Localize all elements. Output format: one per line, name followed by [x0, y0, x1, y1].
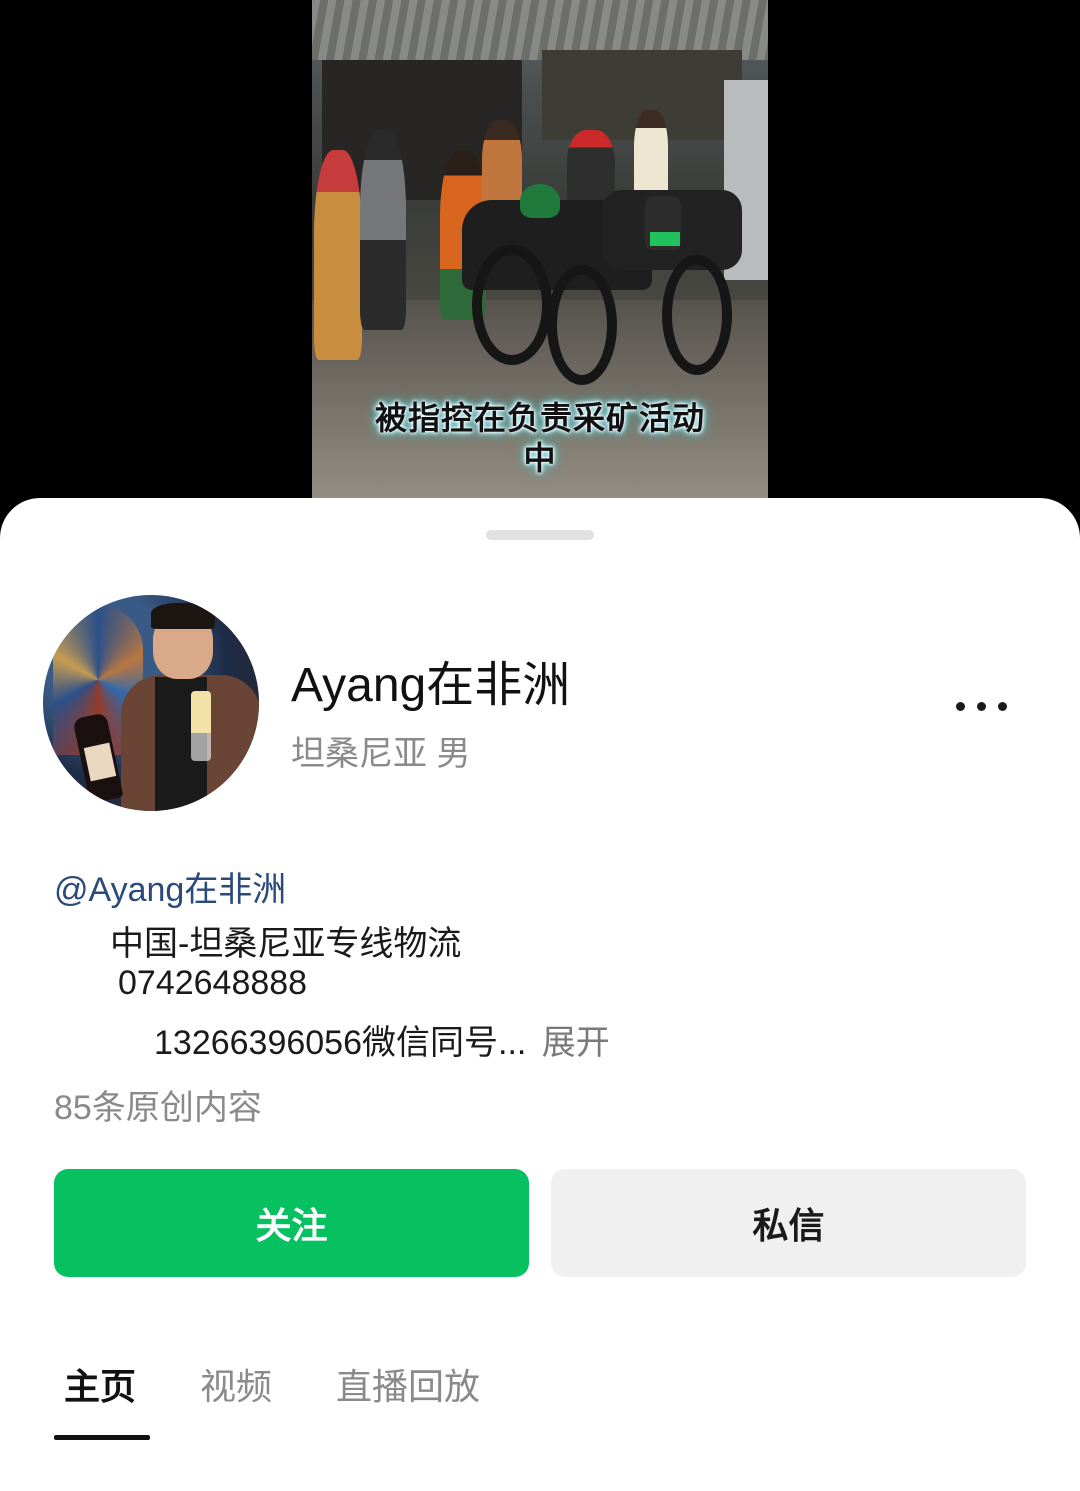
video-caption: 被指控在负责采矿活动 中 [312, 398, 768, 478]
video-caption-line2: 中 [523, 439, 557, 477]
video-helmet [520, 184, 560, 218]
video-wheel [547, 265, 617, 385]
bio-line-3: 13266396056微信同号... 展开 [154, 1015, 610, 1064]
tab-live-replay[interactable]: 直播回放 [336, 1358, 480, 1418]
avatar-glass [191, 691, 211, 761]
video-person [634, 110, 668, 200]
expand-link[interactable]: 展开 [542, 1024, 610, 1062]
video-wheel [662, 255, 732, 375]
more-dot [997, 701, 1007, 711]
original-content-count[interactable]: 85条原创内容 [54, 1080, 262, 1129]
profile-page: 被指控在负责采矿活动 中 Ayang在非洲 坦桑尼亚 男 @Ayang在非洲 中… [0, 0, 1080, 1491]
video-preview[interactable]: 被指控在负责采矿活动 中 [312, 0, 768, 510]
avatar-hair [151, 603, 215, 629]
message-button[interactable]: 私信 [551, 1169, 1026, 1277]
video-person [314, 150, 362, 360]
bio-line-3-text: 13266396056微信同号... [154, 1024, 527, 1062]
sheet-drag-handle[interactable] [486, 530, 594, 540]
video-person [360, 130, 406, 330]
video-wheel [472, 245, 552, 365]
follow-button[interactable]: 关注 [54, 1169, 529, 1277]
avatar[interactable] [43, 595, 259, 811]
more-dot [955, 701, 965, 711]
tab-home[interactable]: 主页 [54, 1358, 151, 1440]
profile-tabs: 主页 视频 直播回放 [54, 1358, 544, 1440]
more-dot [976, 701, 986, 711]
profile-mention[interactable]: @Ayang在非洲 [54, 862, 286, 911]
profile-name: Ayang在非洲 [291, 659, 571, 712]
tab-videos[interactable]: 视频 [200, 1358, 272, 1418]
video-tag [650, 232, 680, 246]
profile-sheet: Ayang在非洲 坦桑尼亚 男 @Ayang在非洲 中国-坦桑尼亚专线物流 07… [0, 498, 1080, 1491]
profile-location-gender: 坦桑尼亚 男 [291, 735, 471, 773]
bio-line-2: 0742648888 [118, 964, 308, 1002]
bio-line-1: 中国-坦桑尼亚专线物流 [110, 925, 462, 963]
video-caption-line1: 被指控在负责采矿活动 [374, 399, 705, 437]
more-options-icon[interactable] [946, 686, 1016, 726]
